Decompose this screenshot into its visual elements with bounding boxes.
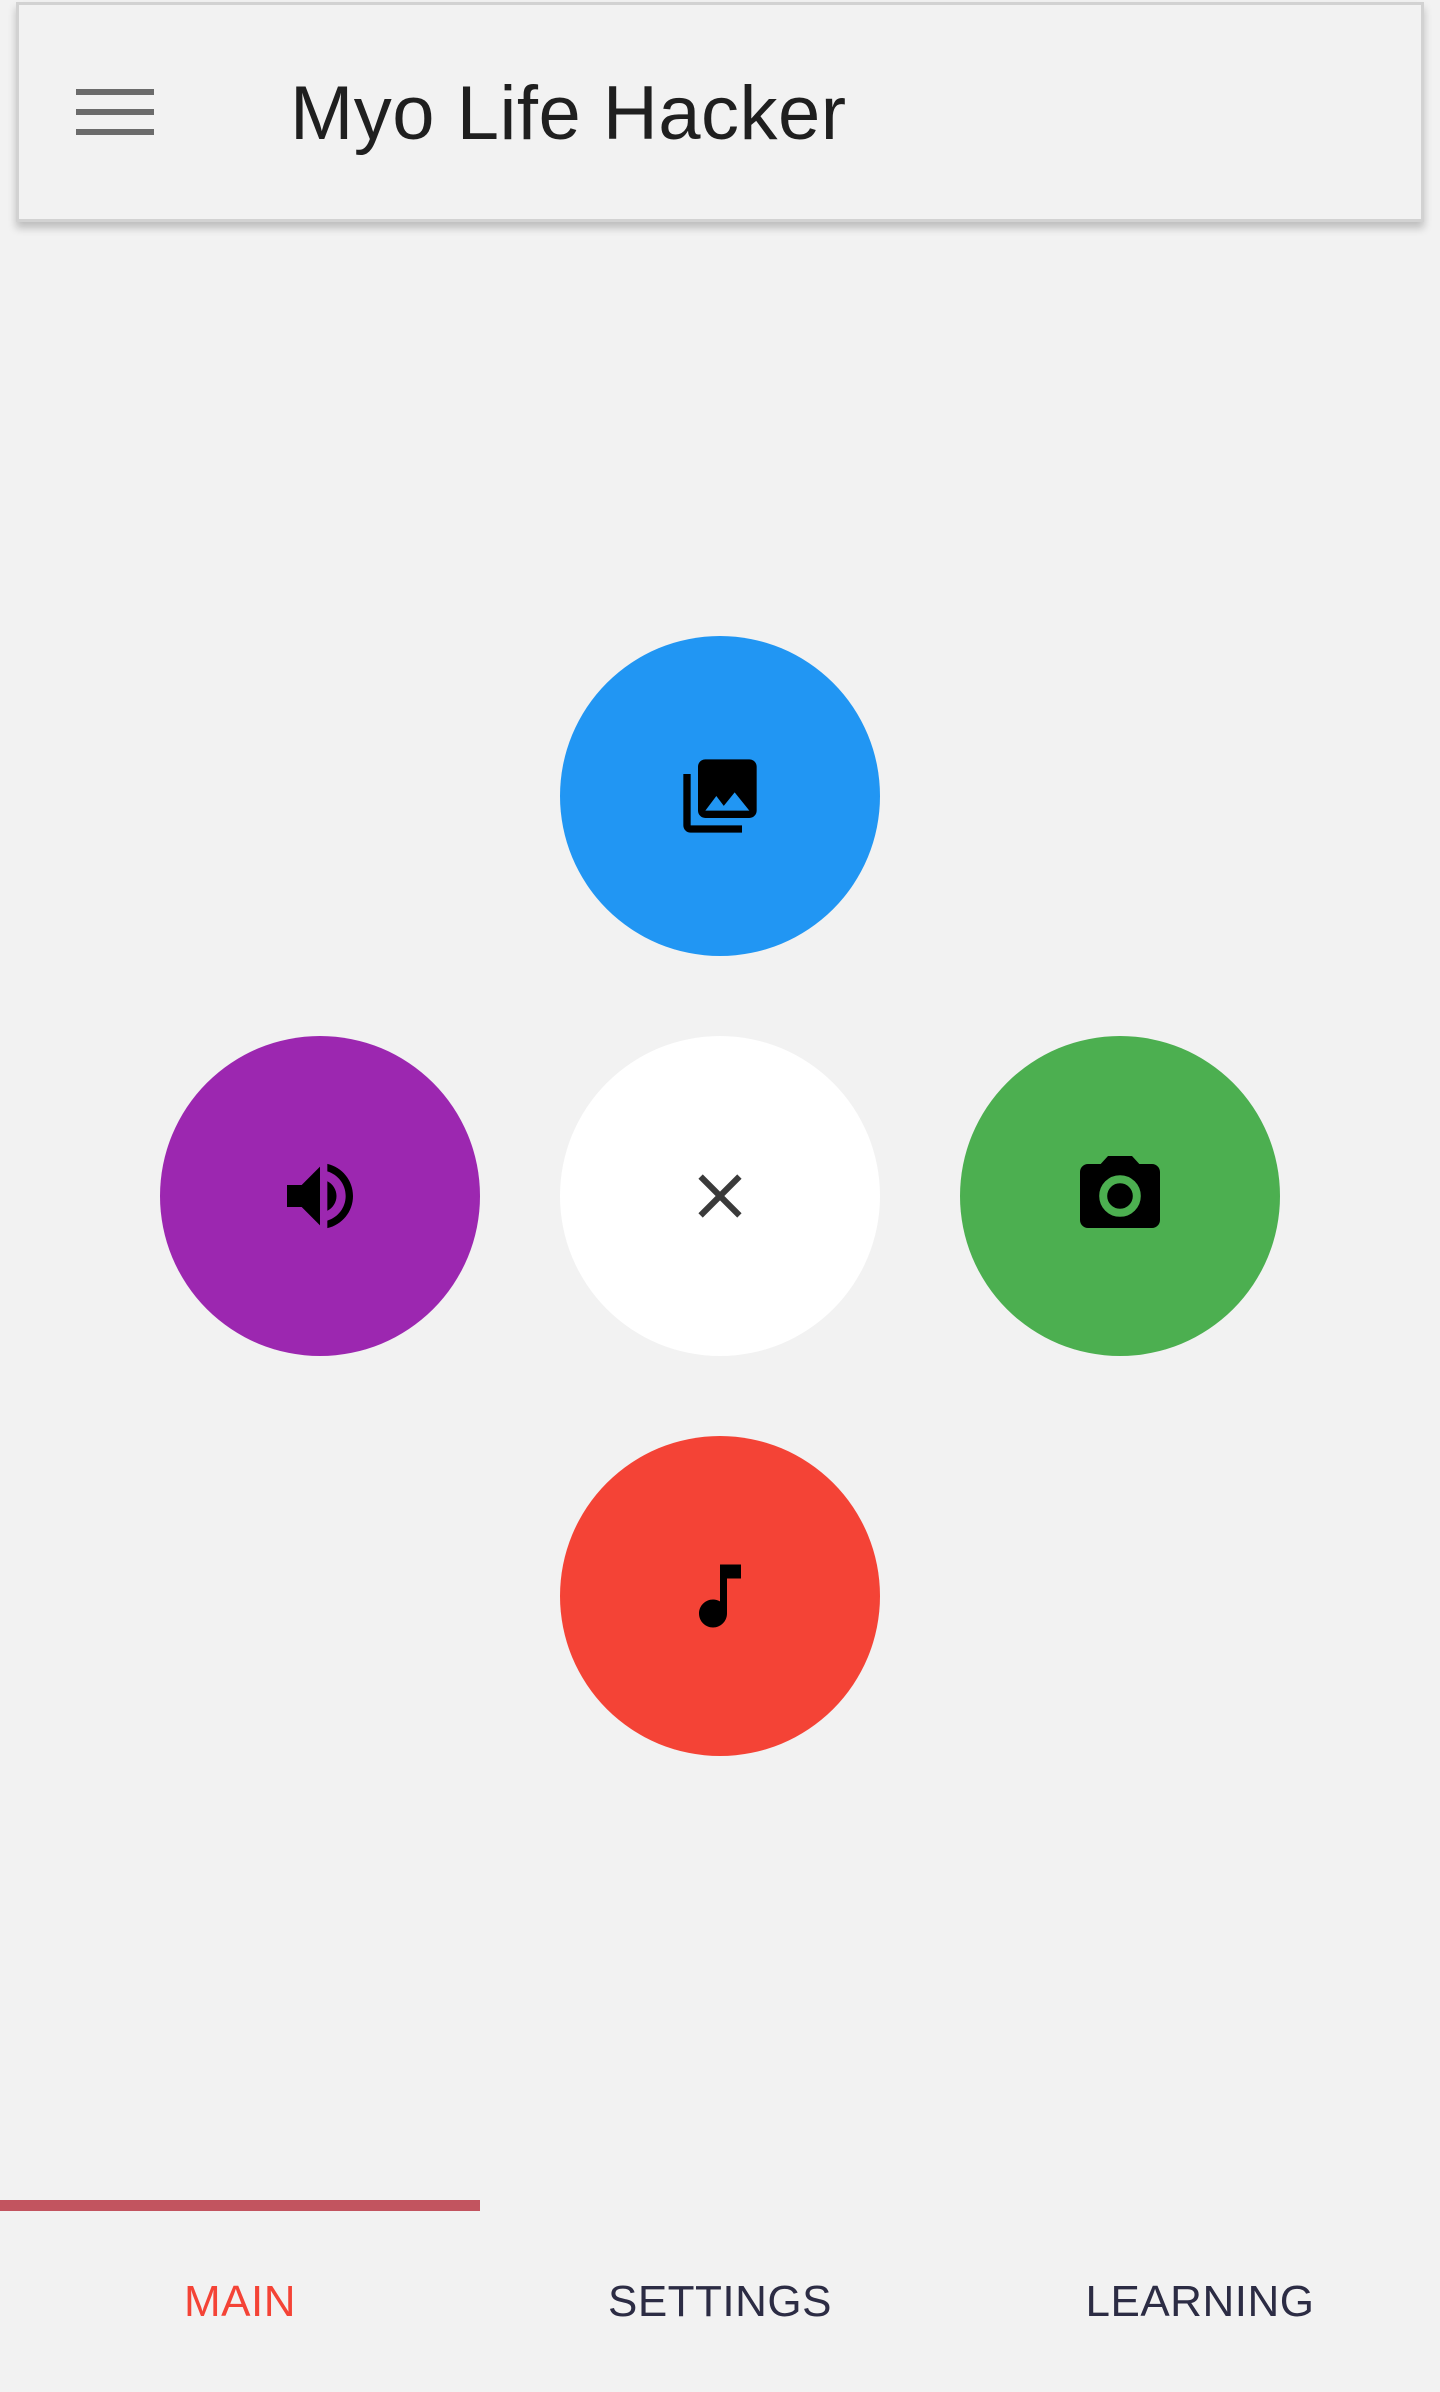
tab-settings-label: SETTINGS xyxy=(607,2276,833,2326)
app-title: Myo Life Hacker xyxy=(290,71,847,156)
tab-indicator xyxy=(0,2200,480,2211)
close-button[interactable] xyxy=(560,1036,880,1356)
tab-main[interactable]: MAIN xyxy=(0,2211,480,2392)
tab-learning-label: LEARNING xyxy=(1085,2276,1315,2326)
volume-button[interactable] xyxy=(160,1036,480,1356)
photo-gallery-button[interactable] xyxy=(560,636,880,956)
camera-button[interactable] xyxy=(960,1036,1280,1356)
tab-main-label: MAIN xyxy=(184,2276,296,2326)
camera-icon xyxy=(1080,1156,1160,1228)
tab-learning[interactable]: LEARNING xyxy=(960,2211,1440,2392)
app-bar: Myo Life Hacker xyxy=(16,2,1424,222)
music-button[interactable] xyxy=(560,1436,880,1756)
music-note-icon xyxy=(699,1564,741,1628)
photo-library-icon xyxy=(683,759,757,833)
close-icon xyxy=(698,1174,742,1218)
tab-bar: MAIN SETTINGS LEARNING xyxy=(0,2211,1440,2392)
tab-settings[interactable]: SETTINGS xyxy=(480,2211,960,2392)
volume-up-icon xyxy=(287,1163,353,1229)
hamburger-menu-icon[interactable] xyxy=(76,85,154,139)
